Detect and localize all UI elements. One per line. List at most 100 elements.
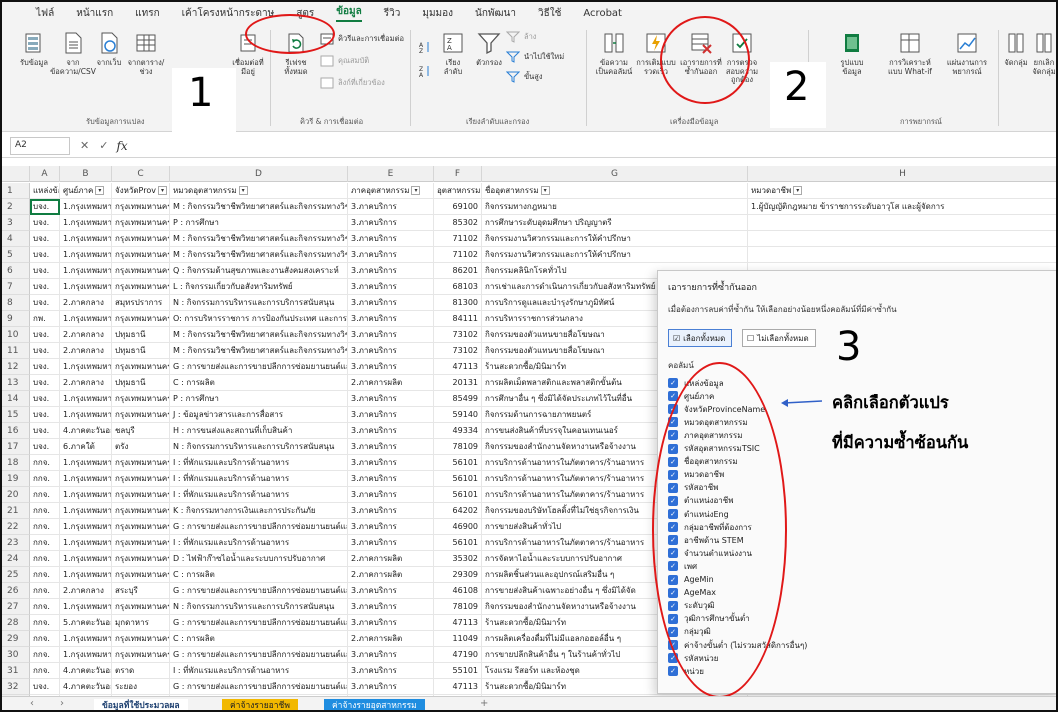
menu-tab-6[interactable]: รีวิว bbox=[384, 6, 401, 21]
filter-dropdown-icon[interactable]: ▾ bbox=[238, 186, 248, 195]
row-header[interactable]: 15 bbox=[2, 407, 30, 423]
table-cell[interactable]: สระบุรี bbox=[112, 583, 170, 599]
table-cell[interactable]: 3.ภาคบริการ bbox=[348, 535, 434, 551]
table-cell[interactable]: กกจ. bbox=[30, 631, 60, 647]
table-cell[interactable]: C : การผลิต bbox=[170, 631, 348, 647]
table-cell[interactable]: 1.กรุงเทพมหา bbox=[60, 455, 112, 471]
table-cell[interactable]: 47190 bbox=[434, 647, 482, 663]
table-cell[interactable]: L : กิจกรรมเกี่ยวกับอสังหาริมทรัพย์ bbox=[170, 279, 348, 295]
table-cell[interactable]: M : กิจกรรมวิชาชีพวิทยาศาสตร์และกิจกรรมท… bbox=[170, 343, 348, 359]
table-cell[interactable]: 3.ภาคบริการ bbox=[348, 199, 434, 215]
table-cell[interactable]: 56101 bbox=[434, 487, 482, 503]
table-cell[interactable]: 1.กรุงเทพมหา bbox=[60, 231, 112, 247]
table-cell[interactable]: 2.ภาคกลาง bbox=[60, 295, 112, 311]
table-cell[interactable]: D : ไฟฟ้าก๊าซไอน้ำและระบบการปรับอากาศ bbox=[170, 551, 348, 567]
table-cell[interactable]: Q : กิจกรรมด้านสุขภาพและงานสังคมสงเคราะห… bbox=[170, 263, 348, 279]
table-cell[interactable]: 1.กรุงเทพมหา bbox=[60, 471, 112, 487]
row-header[interactable]: 27 bbox=[2, 599, 30, 615]
sheet-tab-wage-occupation[interactable]: ค่าจ้างรายอาชีพ bbox=[222, 699, 298, 710]
table-cell[interactable]: บจง. bbox=[30, 439, 60, 455]
row-header[interactable]: 28 bbox=[2, 615, 30, 631]
table-cell[interactable]: 3.ภาคบริการ bbox=[348, 487, 434, 503]
table-cell[interactable]: 2.ภาคกลาง bbox=[60, 583, 112, 599]
row-header[interactable]: 7 bbox=[2, 279, 30, 295]
table-cell[interactable]: K : กิจกรรมทางการเงินและการประกันภัย bbox=[170, 503, 348, 519]
table-cell[interactable]: M : กิจกรรมวิชาชีพวิทยาศาสตร์และกิจกรรมท… bbox=[170, 231, 348, 247]
table-cell[interactable]: 47113 bbox=[434, 615, 482, 631]
table-cell[interactable]: กกจ. bbox=[30, 583, 60, 599]
sheet-tab-data[interactable]: ข้อมูลที่ใช้ประมวลผล bbox=[94, 699, 188, 710]
row-header[interactable]: 26 bbox=[2, 583, 30, 599]
row-header[interactable]: 4 bbox=[2, 231, 30, 247]
table-cell[interactable]: 73102 bbox=[434, 327, 482, 343]
table-cell[interactable]: กรุงเทพมหานคร bbox=[112, 487, 170, 503]
table-cell[interactable]: 3.ภาคบริการ bbox=[348, 519, 434, 535]
row-header[interactable]: 18 bbox=[2, 455, 30, 471]
row-header[interactable]: 22 bbox=[2, 519, 30, 535]
row-header[interactable]: 23 bbox=[2, 535, 30, 551]
table-cell[interactable]: 3.ภาคบริการ bbox=[348, 679, 434, 695]
table-cell[interactable]: G : การขายส่งและการขายปลีกการซ่อมยานยนต์… bbox=[170, 615, 348, 631]
table-cell[interactable]: N : กิจกรรมการบริหารและการบริการสนับสนุน bbox=[170, 295, 348, 311]
table-cell[interactable]: 1.กรุงเทพมหา bbox=[60, 407, 112, 423]
table-cell[interactable]: 2.ภาคการผลิต bbox=[348, 567, 434, 583]
table-cell[interactable]: 71102 bbox=[434, 231, 482, 247]
table-cell[interactable]: 3.ภาคบริการ bbox=[348, 407, 434, 423]
table-cell[interactable]: 84111 bbox=[434, 311, 482, 327]
table-cell[interactable]: กกจ. bbox=[30, 615, 60, 631]
column-header-b[interactable]: B bbox=[60, 166, 112, 182]
table-cell[interactable]: กรุงเทพมหานคร bbox=[112, 263, 170, 279]
row-header[interactable]: 14 bbox=[2, 391, 30, 407]
table-cell[interactable]: 69100 bbox=[434, 199, 482, 215]
table-cell[interactable]: I : ที่พักแรมและบริการด้านอาหาร bbox=[170, 535, 348, 551]
table-cell[interactable]: 1.กรุงเทพมหา bbox=[60, 391, 112, 407]
table-cell[interactable]: 56101 bbox=[434, 471, 482, 487]
table-cell[interactable]: 73102 bbox=[434, 343, 482, 359]
table-cell[interactable]: กรุงเทพมหานคร bbox=[112, 503, 170, 519]
filter-dropdown-icon[interactable]: ▾ bbox=[411, 186, 421, 195]
menu-tab-10[interactable]: Acrobat bbox=[583, 8, 622, 19]
row-header[interactable]: 25 bbox=[2, 567, 30, 583]
table-cell[interactable]: บจง. bbox=[30, 679, 60, 695]
table-cell[interactable]: กรุงเทพมหานคร bbox=[112, 359, 170, 375]
from-table-button[interactable]: จากตาราง/ช่วง bbox=[126, 30, 166, 76]
table-cell[interactable]: M : กิจกรรมวิชาชีพวิทยาศาสตร์และกิจกรรมท… bbox=[170, 327, 348, 343]
table-cell[interactable]: 1.กรุงเทพมหา bbox=[60, 599, 112, 615]
table-cell[interactable]: I : ที่พักแรมและบริการด้านอาหาร bbox=[170, 471, 348, 487]
row-header[interactable]: 31 bbox=[2, 663, 30, 679]
row-header[interactable]: 19 bbox=[2, 471, 30, 487]
menu-tab-8[interactable]: นักพัฒนา bbox=[475, 6, 516, 21]
table-cell[interactable]: กพ. bbox=[30, 311, 60, 327]
table-cell[interactable]: การศึกษาระดับอุดมศึกษา ปริญญาตรี bbox=[482, 215, 748, 231]
table-cell[interactable]: 85302 bbox=[434, 215, 482, 231]
group-button[interactable]: จัดกลุ่ม bbox=[1002, 30, 1030, 68]
table-cell[interactable]: 1.ผู้บัญญัติกฎหมาย ข้าราชการระดับอาวุโส … bbox=[748, 199, 1056, 215]
table-cell[interactable]: ปทุมธานี bbox=[112, 343, 170, 359]
menu-tab-1[interactable]: หน้าแรก bbox=[76, 6, 113, 21]
table-cell[interactable]: 1.กรุงเทพมหา bbox=[60, 487, 112, 503]
table-cell[interactable]: บจง. bbox=[30, 359, 60, 375]
cancel-icon[interactable]: ✕ bbox=[80, 139, 89, 152]
table-cell[interactable] bbox=[748, 215, 1056, 231]
advanced-filter-button[interactable]: ขั้นสูง bbox=[506, 70, 543, 84]
row-header[interactable]: 20 bbox=[2, 487, 30, 503]
table-cell[interactable]: กกจ. bbox=[30, 599, 60, 615]
table-cell[interactable]: 47113 bbox=[434, 679, 482, 695]
table-cell[interactable]: 6.ภาคใต้ bbox=[60, 439, 112, 455]
row-header[interactable]: 24 bbox=[2, 551, 30, 567]
table-cell[interactable]: O: การบริหารราชการ การป้องกันประเทศ และก… bbox=[170, 311, 348, 327]
row-header[interactable]: 29 bbox=[2, 631, 30, 647]
table-cell[interactable]: 1.กรุงเทพมหา bbox=[60, 647, 112, 663]
table-cell[interactable]: 3.ภาคบริการ bbox=[348, 279, 434, 295]
table-cell[interactable]: 68103 bbox=[434, 279, 482, 295]
table-cell[interactable]: 1.กรุงเทพมหา bbox=[60, 535, 112, 551]
row-header[interactable]: 8 bbox=[2, 295, 30, 311]
table-cell[interactable]: 55101 bbox=[434, 663, 482, 679]
table-cell[interactable]: I : ที่พักแรมและบริการด้านอาหาร bbox=[170, 455, 348, 471]
row-header[interactable]: 16 bbox=[2, 423, 30, 439]
table-cell[interactable]: G : การขายส่งและการขายปลีกการซ่อมยานยนต์… bbox=[170, 583, 348, 599]
row-header[interactable]: 1 bbox=[2, 183, 30, 199]
table-cell[interactable]: กรุงเทพมหานคร bbox=[112, 279, 170, 295]
table-cell[interactable]: ตราด bbox=[112, 663, 170, 679]
get-data-button[interactable]: รับข้อมูล bbox=[14, 30, 54, 68]
